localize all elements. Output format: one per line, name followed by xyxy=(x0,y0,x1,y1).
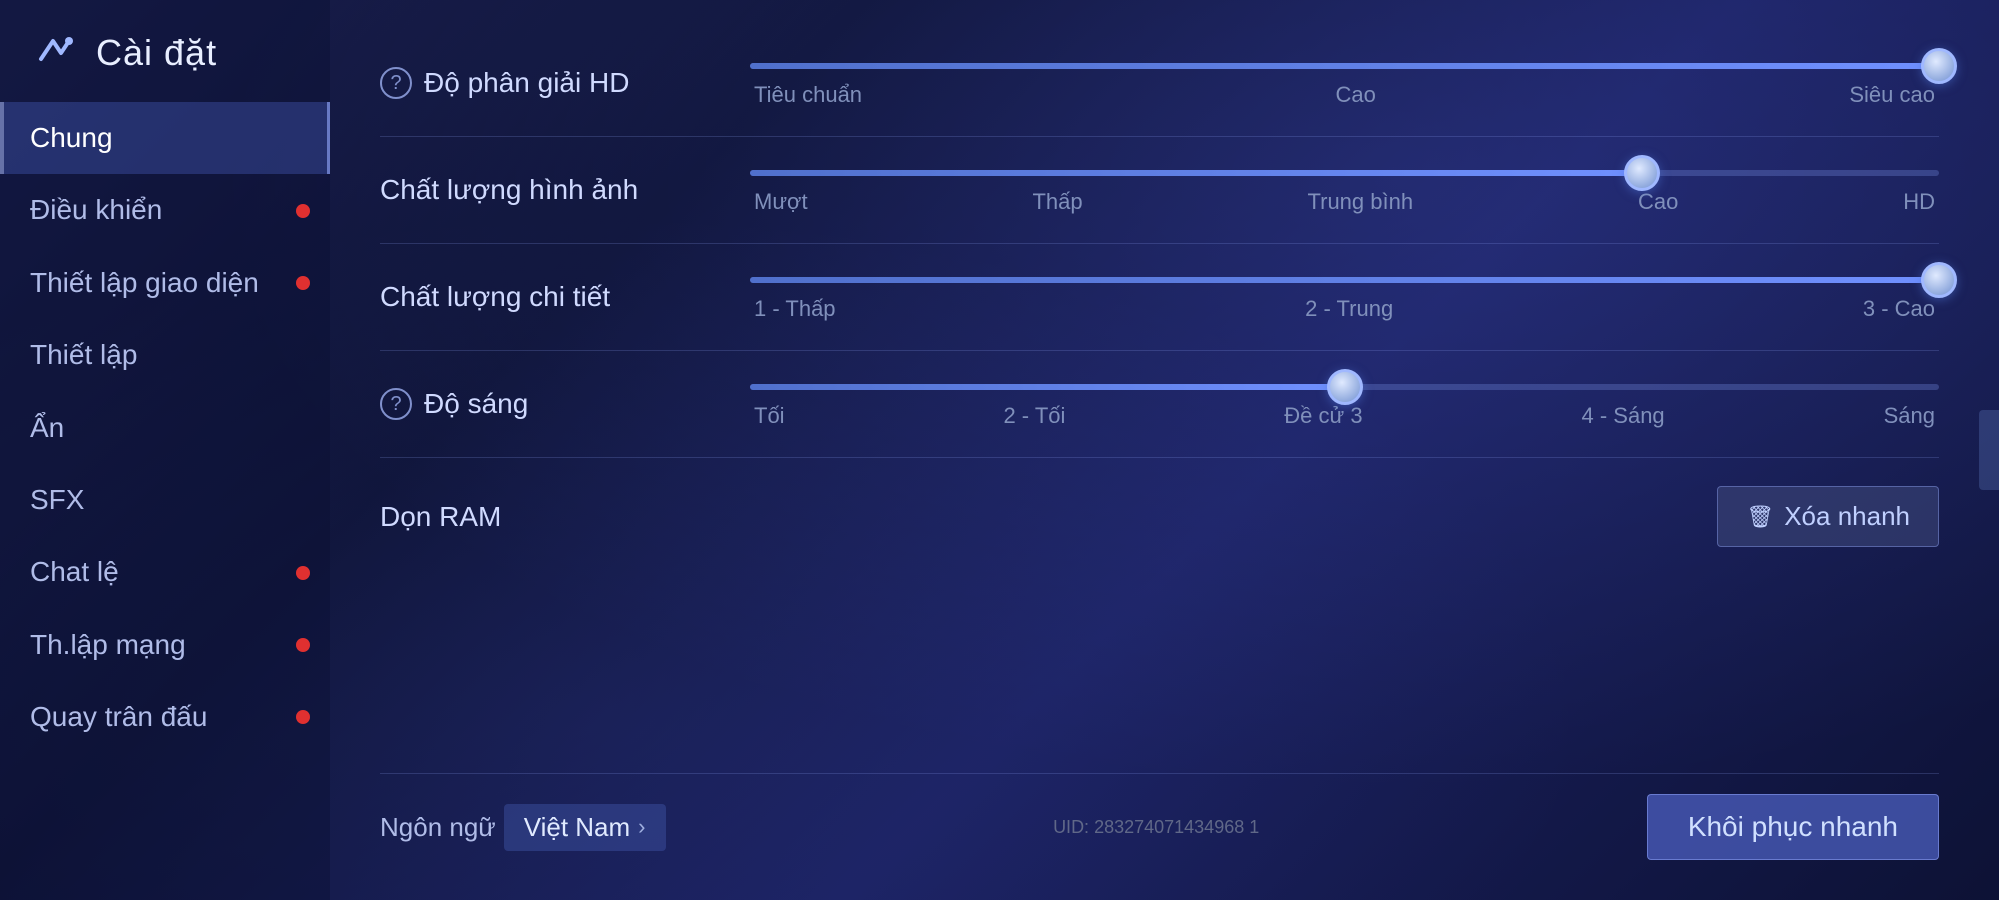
slider-labels: Mượt Thấp Trung bình Cao HD xyxy=(750,189,1939,215)
setting-label-chat-luong-hinh-anh: Chất lượng hình ảnh xyxy=(380,174,720,206)
sidebar: Cài đặt Chung Điều khiển Thiết lập giao … xyxy=(0,0,330,900)
notification-dot xyxy=(296,638,310,652)
slider-do-phan-giai: Tiêu chuẩn Cao Siêu cao xyxy=(750,58,1939,108)
page-title: Cài đặt xyxy=(96,32,217,74)
slider-labels: 1 - Thấp 2 - Trung 3 - Cao xyxy=(750,296,1939,322)
language-section: Ngôn ngữ Việt Nam › xyxy=(380,804,666,851)
language-selector[interactable]: Việt Nam › xyxy=(504,804,666,851)
main-content: ? Độ phân giải HD Tiêu chuẩn Cao Siê xyxy=(330,0,1999,900)
slider-track xyxy=(750,170,1939,176)
sidebar-header: Cài đặt xyxy=(0,0,330,102)
slider-thumb[interactable] xyxy=(1624,155,1660,191)
trash-icon: 🗑 xyxy=(1746,504,1774,530)
notification-dot xyxy=(296,710,310,724)
uid-label: UID: 283274071434968 1 xyxy=(1053,817,1259,838)
app-container: Cài đặt Chung Điều khiển Thiết lập giao … xyxy=(0,0,1999,900)
settings-list: ? Độ phân giải HD Tiêu chuẩn Cao Siê xyxy=(380,30,1939,763)
right-edge-decoration xyxy=(1979,410,1999,490)
xoa-nhanh-button[interactable]: 🗑 Xóa nhanh xyxy=(1717,486,1939,547)
slider-thumb[interactable] xyxy=(1921,262,1957,298)
sidebar-item-chat-le[interactable]: Chat lệ xyxy=(0,536,330,608)
slider-labels: Tiêu chuẩn Cao Siêu cao xyxy=(750,82,1939,108)
setting-row-chat-luong-hinh-anh: Chất lượng hình ảnh Mượt Thấp Trung bình… xyxy=(380,137,1939,244)
setting-row-chat-luong-chi-tiet: Chất lượng chi tiết 1 - Thấp 2 - Trung 3… xyxy=(380,244,1939,351)
bottom-bar: Ngôn ngữ Việt Nam › UID: 283274071434968… xyxy=(380,773,1939,870)
logo-icon xyxy=(30,28,80,78)
sidebar-item-dieu-khien[interactable]: Điều khiển xyxy=(0,174,330,246)
slider-thumb[interactable] xyxy=(1921,48,1957,84)
nav-list: Chung Điều khiển Thiết lập giao diện Thi… xyxy=(0,102,330,900)
slider-track xyxy=(750,384,1939,390)
slider-track xyxy=(750,63,1939,69)
slider-fill xyxy=(750,170,1642,176)
sidebar-item-sfx[interactable]: SFX xyxy=(0,464,330,536)
notification-dot xyxy=(296,276,310,290)
sidebar-item-th-lap-mang[interactable]: Th.lập mạng xyxy=(0,609,330,681)
sidebar-item-thiet-lap-giao-dien[interactable]: Thiết lập giao diện xyxy=(0,247,330,319)
chevron-right-icon: › xyxy=(638,814,645,840)
setting-label-chat-luong-chi-tiet: Chất lượng chi tiết xyxy=(380,281,720,313)
setting-label-don-ram: Dọn RAM xyxy=(380,501,720,533)
notification-dot xyxy=(296,566,310,580)
sidebar-item-quay-tran-dau[interactable]: Quay trân đấu xyxy=(0,681,330,753)
slider-track xyxy=(750,277,1939,283)
help-icon[interactable]: ? xyxy=(380,67,412,99)
slider-fill xyxy=(750,384,1345,390)
setting-row-do-phan-giai: ? Độ phân giải HD Tiêu chuẩn Cao Siê xyxy=(380,30,1939,137)
slider-labels: Tối 2 - Tối Đề cử 3 4 - Sáng Sáng xyxy=(750,403,1939,429)
setting-label-do-phan-giai: ? Độ phân giải HD xyxy=(380,67,720,99)
notification-dot xyxy=(296,204,310,218)
help-icon[interactable]: ? xyxy=(380,388,412,420)
slider-chat-luong-hinh-anh: Mượt Thấp Trung bình Cao HD xyxy=(750,165,1939,215)
slider-fill xyxy=(750,63,1939,69)
sidebar-item-thiet-lap[interactable]: Thiết lập xyxy=(0,319,330,391)
slider-chat-luong-chi-tiet: 1 - Thấp 2 - Trung 3 - Cao xyxy=(750,272,1939,322)
sidebar-item-chung[interactable]: Chung xyxy=(0,102,330,174)
setting-row-do-sang: ? Độ sáng Tối 2 - Tối Đề cử 3 xyxy=(380,351,1939,458)
setting-row-don-ram: Dọn RAM 🗑 Xóa nhanh xyxy=(380,458,1939,575)
khoi-phuc-button[interactable]: Khôi phục nhanh xyxy=(1647,794,1939,860)
slider-thumb[interactable] xyxy=(1327,369,1363,405)
slider-do-sang: Tối 2 - Tối Đề cử 3 4 - Sáng Sáng xyxy=(750,379,1939,429)
setting-label-do-sang: ? Độ sáng xyxy=(380,388,720,420)
sidebar-item-an[interactable]: Ẩn xyxy=(0,392,330,464)
slider-fill xyxy=(750,277,1939,283)
